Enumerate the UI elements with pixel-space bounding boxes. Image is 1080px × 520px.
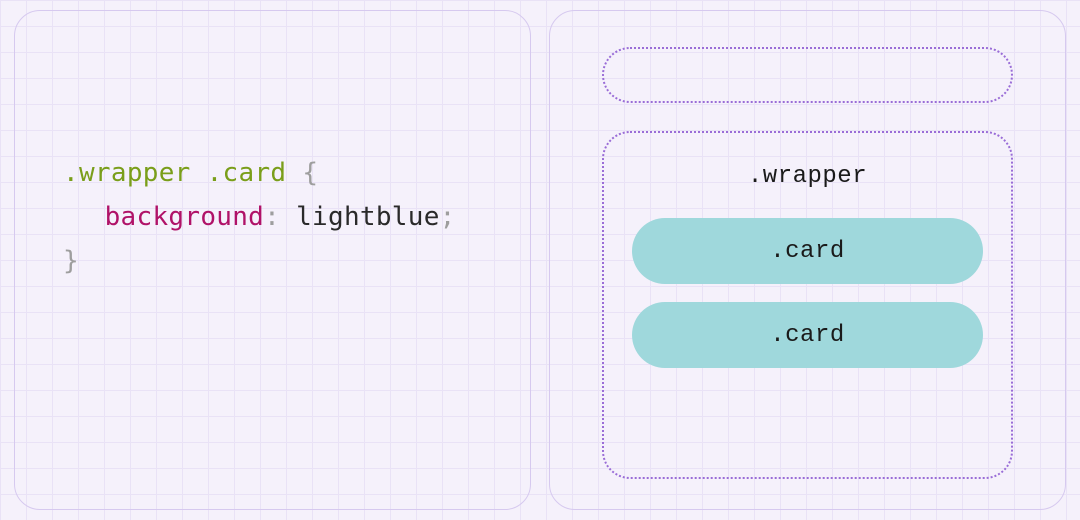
css-selector: .wrapper .card bbox=[63, 158, 286, 188]
card-pill: .card bbox=[632, 218, 983, 284]
colon: : bbox=[264, 202, 280, 232]
card-pill: .card bbox=[632, 302, 983, 368]
semicolon: ; bbox=[440, 202, 456, 232]
sibling-placeholder-box bbox=[602, 47, 1013, 103]
visualization-panel: .wrapper .card .card bbox=[549, 10, 1066, 510]
wrapper-label: .wrapper bbox=[632, 157, 983, 200]
css-code-block: .wrapper .card { background: lightblue; … bbox=[63, 151, 456, 284]
close-brace: } bbox=[63, 246, 79, 276]
css-property: background bbox=[105, 202, 265, 232]
wrapper-box: .wrapper .card .card bbox=[602, 131, 1013, 479]
code-panel: .wrapper .card { background: lightblue; … bbox=[14, 10, 531, 510]
open-brace: { bbox=[302, 158, 318, 188]
css-value: lightblue bbox=[296, 202, 440, 232]
